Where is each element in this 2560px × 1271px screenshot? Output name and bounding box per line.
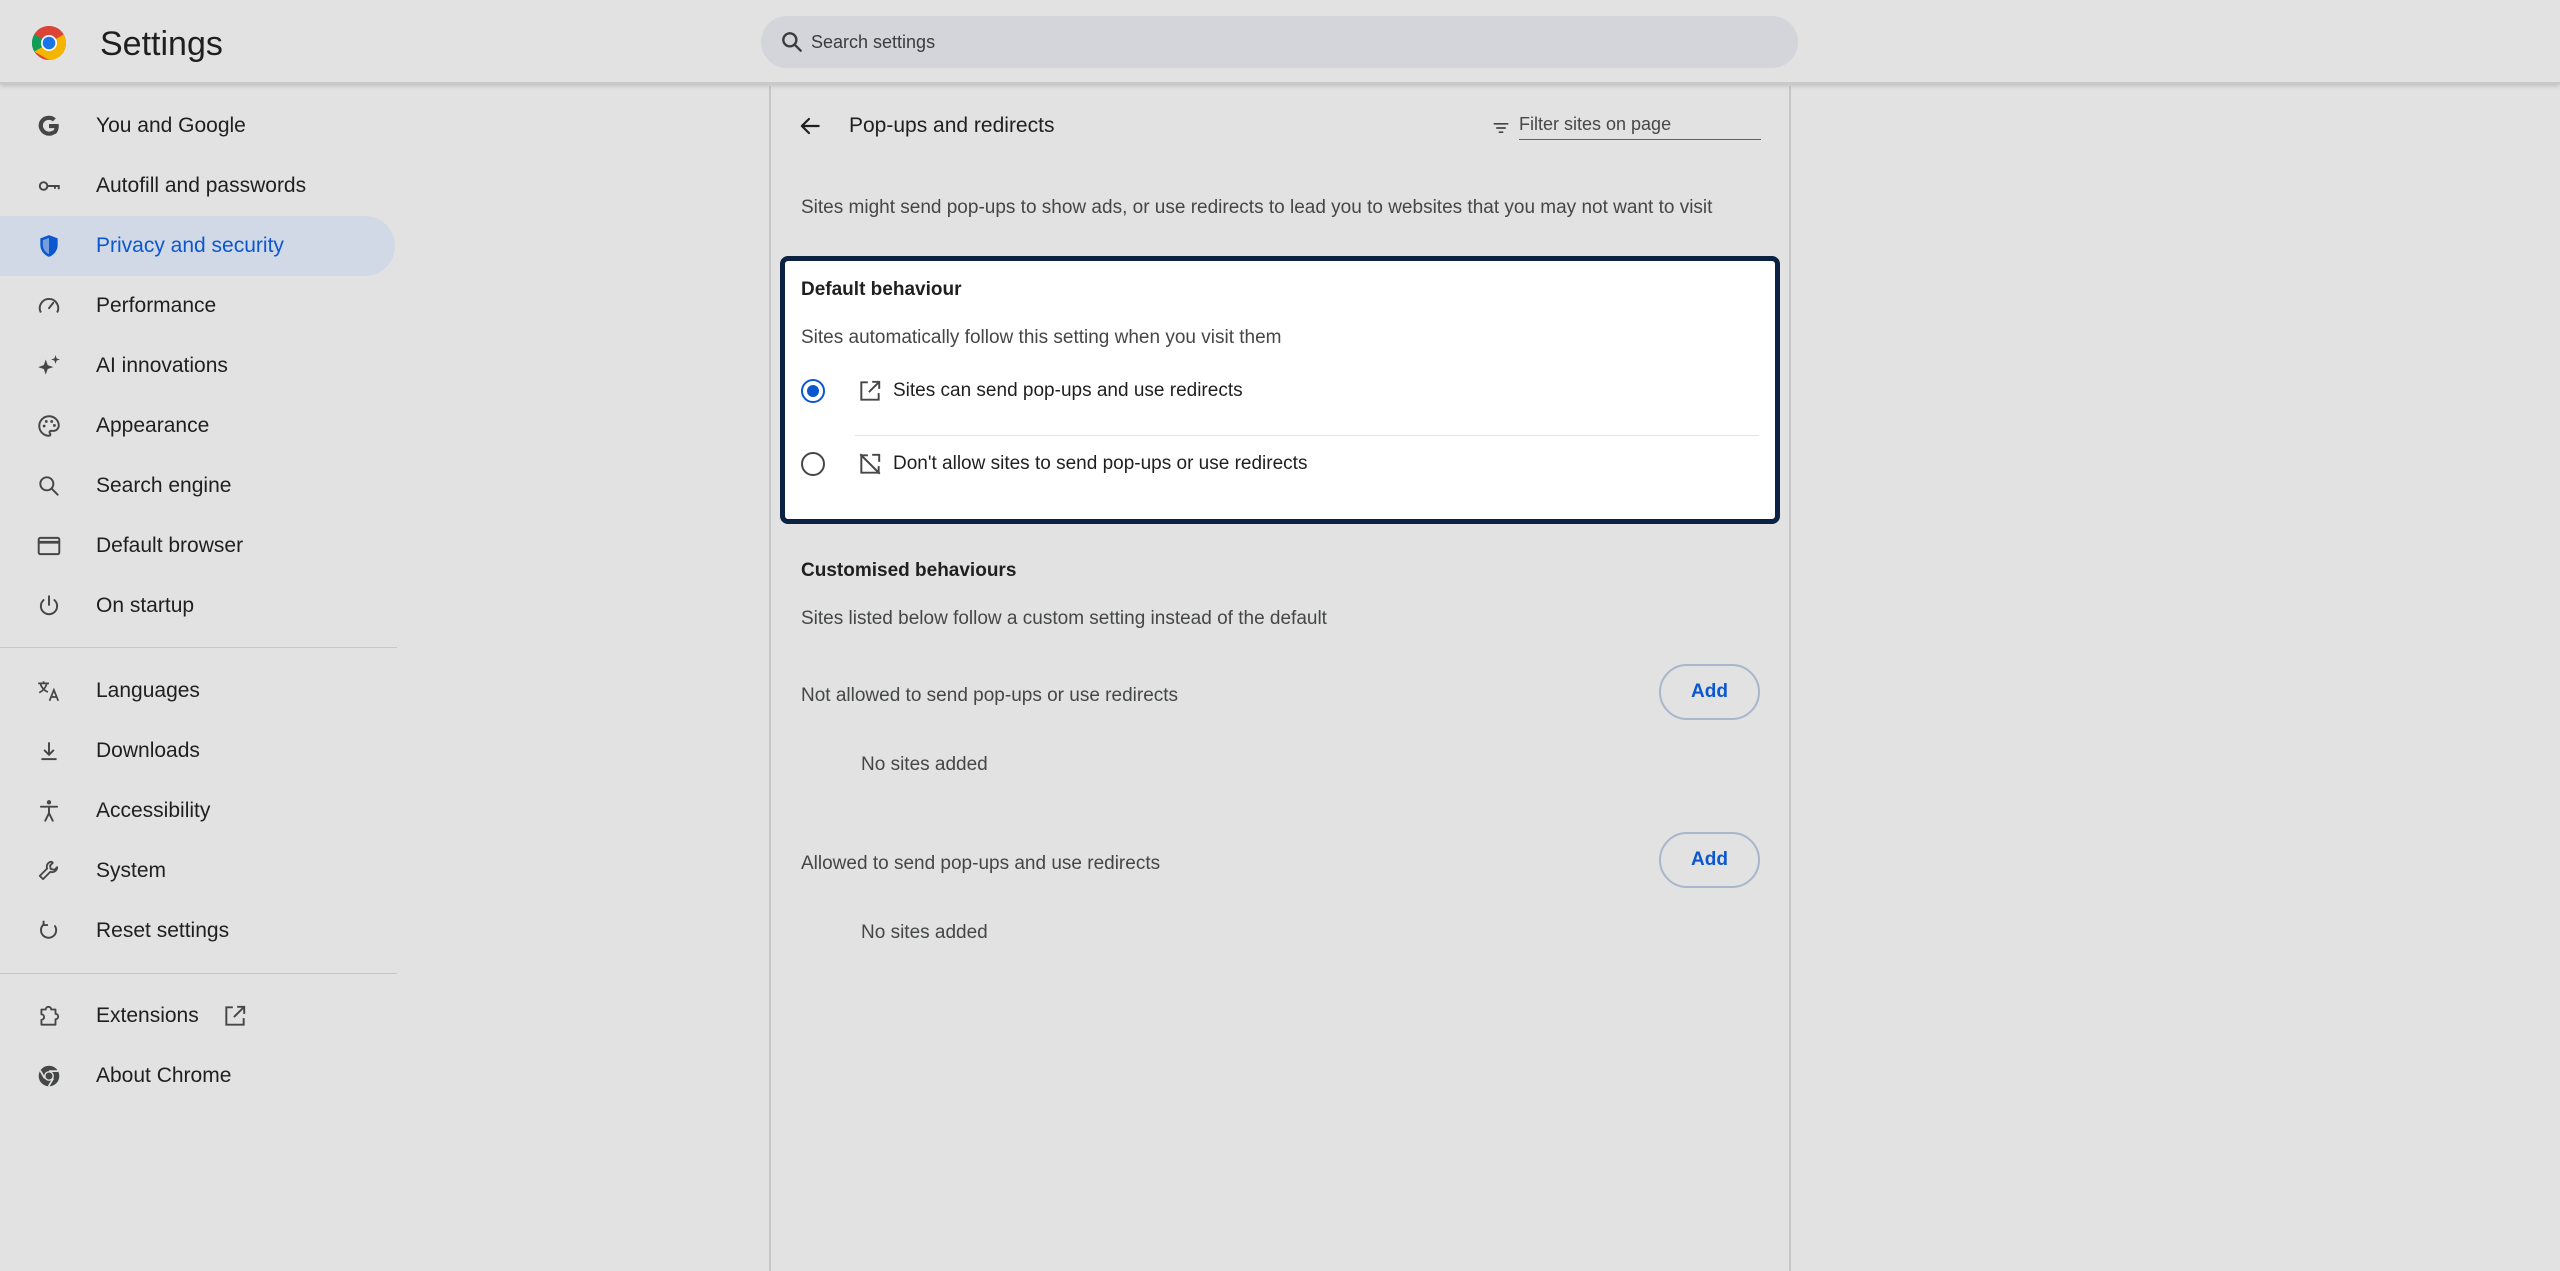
puzzle-icon	[40, 1005, 60, 1026]
sidebar-item-label: System	[96, 859, 167, 882]
sidebar-item-you-and-google[interactable]: You and Google	[0, 96, 395, 156]
customised-behaviours-subtitle: Sites listed below follow a custom setti…	[801, 608, 1327, 629]
customised-behaviours-heading: Customised behaviours	[801, 560, 1017, 581]
add-allowed-button[interactable]: Add	[1659, 832, 1760, 888]
search-input[interactable]	[811, 16, 1771, 68]
sidebar-item-downloads[interactable]: Downloads	[0, 721, 395, 781]
page-title: Pop-ups and redirects	[849, 114, 1055, 137]
shield-icon	[40, 235, 58, 257]
not-allowed-empty-text: No sites added	[861, 754, 988, 775]
sidebar-item-label: AI innovations	[96, 354, 228, 377]
wrench-icon	[38, 860, 59, 881]
power-icon	[39, 595, 59, 616]
add-not-allowed-button[interactable]: Add	[1659, 664, 1760, 720]
chrome-icon	[38, 1065, 60, 1087]
sidebar-item-reset-settings[interactable]: Reset settings	[0, 901, 395, 961]
sidebar-item-label: Extensions	[96, 1004, 199, 1027]
sparkle-icon	[38, 355, 60, 375]
sidebar-item-label: On startup	[96, 594, 195, 617]
filter-field[interactable]	[1491, 110, 1761, 142]
sidebar-item-about-chrome[interactable]: About Chrome	[0, 1046, 395, 1106]
sidebar-item-ai-innovations[interactable]: AI innovations	[0, 336, 395, 396]
app-title: Settings	[100, 25, 223, 63]
popup-blocked-icon	[859, 453, 881, 475]
sidebar-item-label: About Chrome	[96, 1064, 232, 1087]
reset-icon	[40, 920, 58, 939]
sidebar-item-appearance[interactable]: Appearance	[0, 396, 395, 456]
radio-block-popups[interactable]: Don't allow sites to send pop-ups or use…	[801, 435, 1761, 491]
not-allowed-list-label: Not allowed to send pop-ups or use redir…	[801, 685, 1179, 706]
sidebar-item-label: Languages	[96, 679, 200, 702]
translate-icon	[38, 681, 60, 702]
key-icon	[38, 181, 60, 191]
sidebar-item-system[interactable]: System	[0, 841, 395, 901]
radio-label: Sites can send pop-ups and use redirects	[893, 380, 1243, 401]
sidebar-item-performance[interactable]: Performance	[0, 276, 395, 336]
filter-icon	[1493, 123, 1509, 133]
browser-window-icon	[37, 536, 61, 556]
open-in-new-icon	[860, 380, 881, 401]
content-panel: Pop-ups and redirects Sites might send p…	[769, 86, 1791, 1271]
sidebar-item-label: Performance	[96, 294, 217, 317]
allowed-list-label: Allowed to send pop-ups and use redirect…	[801, 853, 1161, 874]
search-box[interactable]	[761, 16, 1798, 68]
radio-allow-popups[interactable]: Sites can send pop-ups and use redirects	[801, 362, 1761, 418]
sidebar-item-label: Downloads	[96, 739, 200, 762]
sidebar-item-label: Default browser	[96, 534, 244, 557]
sidebar-item-extensions[interactable]: Extensions	[0, 986, 395, 1046]
palette-icon	[38, 415, 60, 437]
top-bar: Settings	[0, 0, 2560, 84]
sidebar-item-accessibility[interactable]: Accessibility	[0, 781, 395, 841]
allowed-empty-text: No sites added	[861, 922, 988, 943]
sidebar-item-label: Reset settings	[96, 919, 230, 942]
radio-button-checked[interactable]	[801, 379, 825, 403]
sidebar-item-autofill[interactable]: Autofill and passwords	[0, 156, 395, 216]
sidebar-item-label: Search engine	[96, 474, 232, 497]
default-behaviour-card: Default behaviour Sites automatically fo…	[780, 256, 1780, 524]
sidebar-item-label: Appearance	[96, 414, 210, 437]
radio-label: Don't allow sites to send pop-ups or use…	[893, 453, 1308, 474]
open-in-new-icon	[225, 1005, 246, 1026]
filter-sites-input[interactable]	[1519, 110, 1761, 140]
sidebar-item-languages[interactable]: Languages	[0, 661, 395, 721]
sidebar-item-default-browser[interactable]: Default browser	[0, 516, 395, 576]
sidebar-item-search-engine[interactable]: Search engine	[0, 456, 395, 516]
search-icon	[39, 476, 59, 496]
sidebar-item-label: Autofill and passwords	[96, 174, 307, 197]
sidebar-item-label: You and Google	[96, 114, 246, 137]
back-arrow-icon[interactable]	[797, 113, 823, 139]
sidebar-divider	[0, 973, 397, 974]
default-behaviour-heading: Default behaviour	[801, 279, 962, 300]
radio-button-unchecked[interactable]	[801, 452, 825, 476]
sidebar-divider	[0, 647, 397, 648]
default-behaviour-subtitle: Sites automatically follow this setting …	[801, 327, 1282, 348]
download-icon	[41, 742, 57, 761]
sidebar-item-label: Privacy and security	[96, 234, 284, 257]
chrome-logo-icon	[32, 26, 66, 60]
search-icon	[782, 32, 802, 52]
page-description: Sites might send pop-ups to show ads, or…	[801, 197, 1713, 218]
accessibility-icon	[39, 800, 59, 822]
sidebar-item-label: Accessibility	[96, 799, 211, 822]
sidebar-item-privacy-and-security[interactable]: Privacy and security	[0, 216, 395, 276]
google-g-icon	[38, 115, 59, 136]
speedometer-icon	[38, 297, 60, 313]
sidebar-item-on-startup[interactable]: On startup	[0, 576, 395, 636]
